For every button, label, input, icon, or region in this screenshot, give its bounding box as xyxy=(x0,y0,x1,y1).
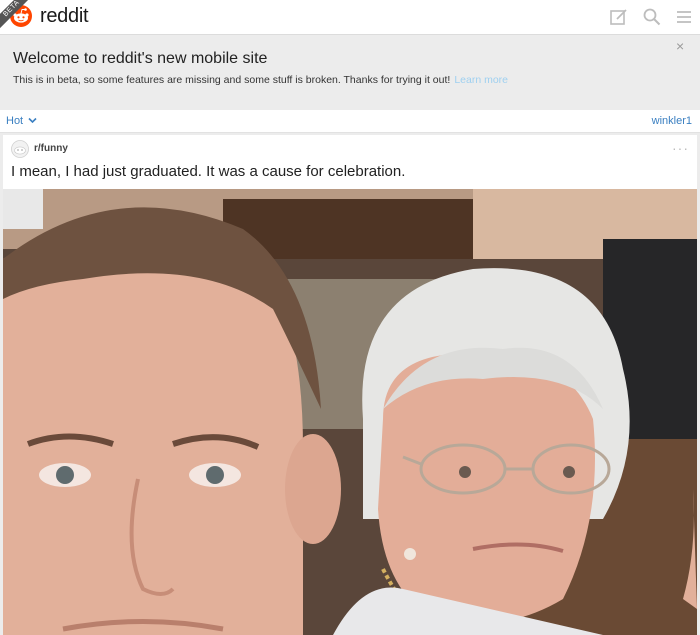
sort-dropdown[interactable]: Hot xyxy=(6,115,37,127)
subreddit-icon xyxy=(11,140,29,158)
menu-icon[interactable] xyxy=(674,7,694,27)
learn-more-link[interactable]: Learn more xyxy=(454,74,508,86)
sort-bar: Hot winkler1 xyxy=(0,110,700,133)
compose-icon[interactable] xyxy=(609,7,629,27)
logo[interactable]: BETA reddit xyxy=(0,0,120,34)
username-link[interactable]: winkler1 xyxy=(652,115,692,127)
logo-text: reddit xyxy=(40,5,89,27)
subreddit-link[interactable]: r/funny xyxy=(34,143,68,154)
banner-message: This is in beta, so some features are mi… xyxy=(13,74,451,86)
post-image[interactable] xyxy=(3,189,697,635)
banner-text: This is in beta, so some features are mi… xyxy=(13,74,508,86)
post-card: r/funny ··· I mean, I had just graduated… xyxy=(3,135,697,635)
post-title[interactable]: I mean, I had just graduated. It was a c… xyxy=(11,163,405,180)
top-bar: BETA reddit xyxy=(0,0,700,35)
banner-title: Welcome to reddit's new mobile site xyxy=(13,50,268,67)
search-icon[interactable] xyxy=(642,7,662,27)
more-options-icon[interactable]: ··· xyxy=(672,140,689,156)
sort-label: Hot xyxy=(6,115,24,127)
chevron-down-icon xyxy=(28,117,37,124)
close-icon[interactable]: × xyxy=(676,39,684,53)
beta-banner: Welcome to reddit's new mobile site This… xyxy=(0,35,700,109)
